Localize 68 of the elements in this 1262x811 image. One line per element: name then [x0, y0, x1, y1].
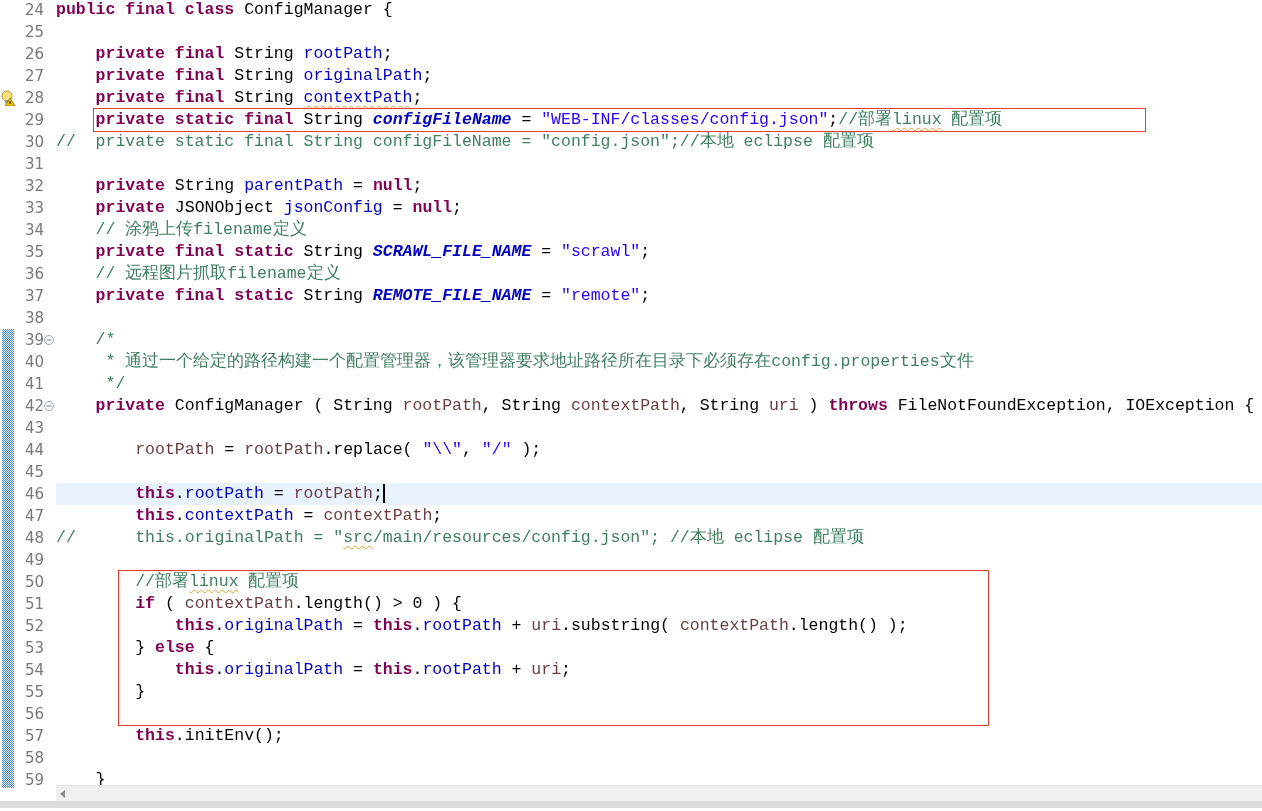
collapse-icon[interactable] [44, 335, 54, 345]
code-line: /* [94, 329, 117, 351]
line-number: 52 [24, 616, 44, 637]
code-line: * 通过一个给定的路径构建一个配置管理器，该管理器要求地址路径所在目录下必须存在config.properties文件 [104, 351, 975, 373]
code-line: this.originalPath = this.rootPath + uri; [173, 659, 572, 681]
code-line: private JSONObject jsonConfig = null; [94, 197, 463, 219]
line-number: 33 [24, 198, 44, 219]
collapse-icon[interactable] [44, 401, 54, 411]
line-number: 38 [24, 308, 44, 329]
line-number: 49 [24, 550, 44, 571]
line-number: 47 [24, 506, 44, 527]
code-line: private final String contextPath; [94, 87, 424, 109]
line-number: 51 [24, 594, 44, 615]
line-number: 45 [24, 462, 44, 483]
line-number: 48 [24, 528, 44, 549]
line-number: 59 [24, 770, 44, 788]
code-line: rootPath = rootPath.replace( "\\", "/" ); [134, 439, 543, 461]
line-number: 58 [24, 748, 44, 769]
code-line: this.initEnv(); [134, 725, 285, 747]
code-line: //部署linux 配置项 [134, 571, 301, 593]
line-number: 26 [24, 44, 44, 65]
code-line: private String parentPath = null; [94, 175, 424, 197]
line-number: 46 [24, 484, 44, 505]
code-line: */ [104, 373, 127, 395]
line-number: 32 [24, 176, 44, 197]
code-line: } [134, 681, 147, 703]
line-number: 35 [24, 242, 44, 263]
line-number: 30 [24, 132, 44, 153]
line-number: 28 [24, 88, 44, 109]
lightbulb-warning-icon[interactable] [1, 90, 15, 106]
line-number: 50 [24, 572, 44, 593]
code-line: // private static final String configFileName = "config.json";//本地 eclipse 配置项 [56, 131, 875, 153]
line-number: 39 [24, 330, 44, 351]
code-line: public final class ConfigManager { [56, 0, 394, 21]
line-number: 31 [24, 154, 44, 175]
text-cursor [382, 484, 385, 504]
code-line: // 远程图片抓取filename定义 [94, 263, 342, 285]
line-number: 53 [24, 638, 44, 659]
code-line: // 涂鸦上传filename定义 [94, 219, 308, 241]
line-number: 55 [24, 682, 44, 703]
code-line: } else { [134, 637, 216, 659]
line-number: 40 [24, 352, 44, 373]
line-number: 27 [24, 66, 44, 87]
line-number: 44 [24, 440, 44, 461]
line-number: 24 [24, 0, 44, 21]
code-line: if ( contextPath.length() > 0 ) { [134, 593, 463, 615]
line-number: 43 [24, 418, 44, 439]
line-number: 57 [24, 726, 44, 747]
code-line: private final String rootPath; [94, 43, 394, 65]
line-number: 56 [24, 704, 44, 725]
code-line: private static final String configFileName = "WEB-INF/classes/config.json";//部署linux 配置项 [94, 109, 1004, 131]
code-line: private final static String SCRAWL_FILE_NAME = "scrawl"; [94, 241, 652, 263]
line-number: 29 [24, 110, 44, 131]
code-line: private ConfigManager ( String rootPath, String contextPath, String uri ) throws FileNotFoundException, IOException { [94, 395, 1256, 417]
code-line: // this.originalPath = "src/main/resources/config.json"; //本地 eclipse 配置项 [56, 527, 865, 549]
line-number: 36 [24, 264, 44, 285]
horizontal-scrollbar[interactable] [56, 785, 1262, 801]
code-line: this.contextPath = contextPath; [134, 505, 444, 527]
code-line: this.originalPath = this.rootPath + uri.substring( contextPath.length() ); [173, 615, 909, 637]
left-arrow-icon[interactable] [60, 790, 65, 798]
line-number: 34 [24, 220, 44, 241]
line-number: 25 [24, 22, 44, 43]
line-number: 54 [24, 660, 44, 681]
line-number: 42 [24, 396, 44, 417]
line-number: 41 [24, 374, 44, 395]
line-number: 37 [24, 286, 44, 307]
code-line: private final String originalPath; [94, 65, 434, 87]
code-line: private final static String REMOTE_FILE_NAME = "remote"; [94, 285, 652, 307]
